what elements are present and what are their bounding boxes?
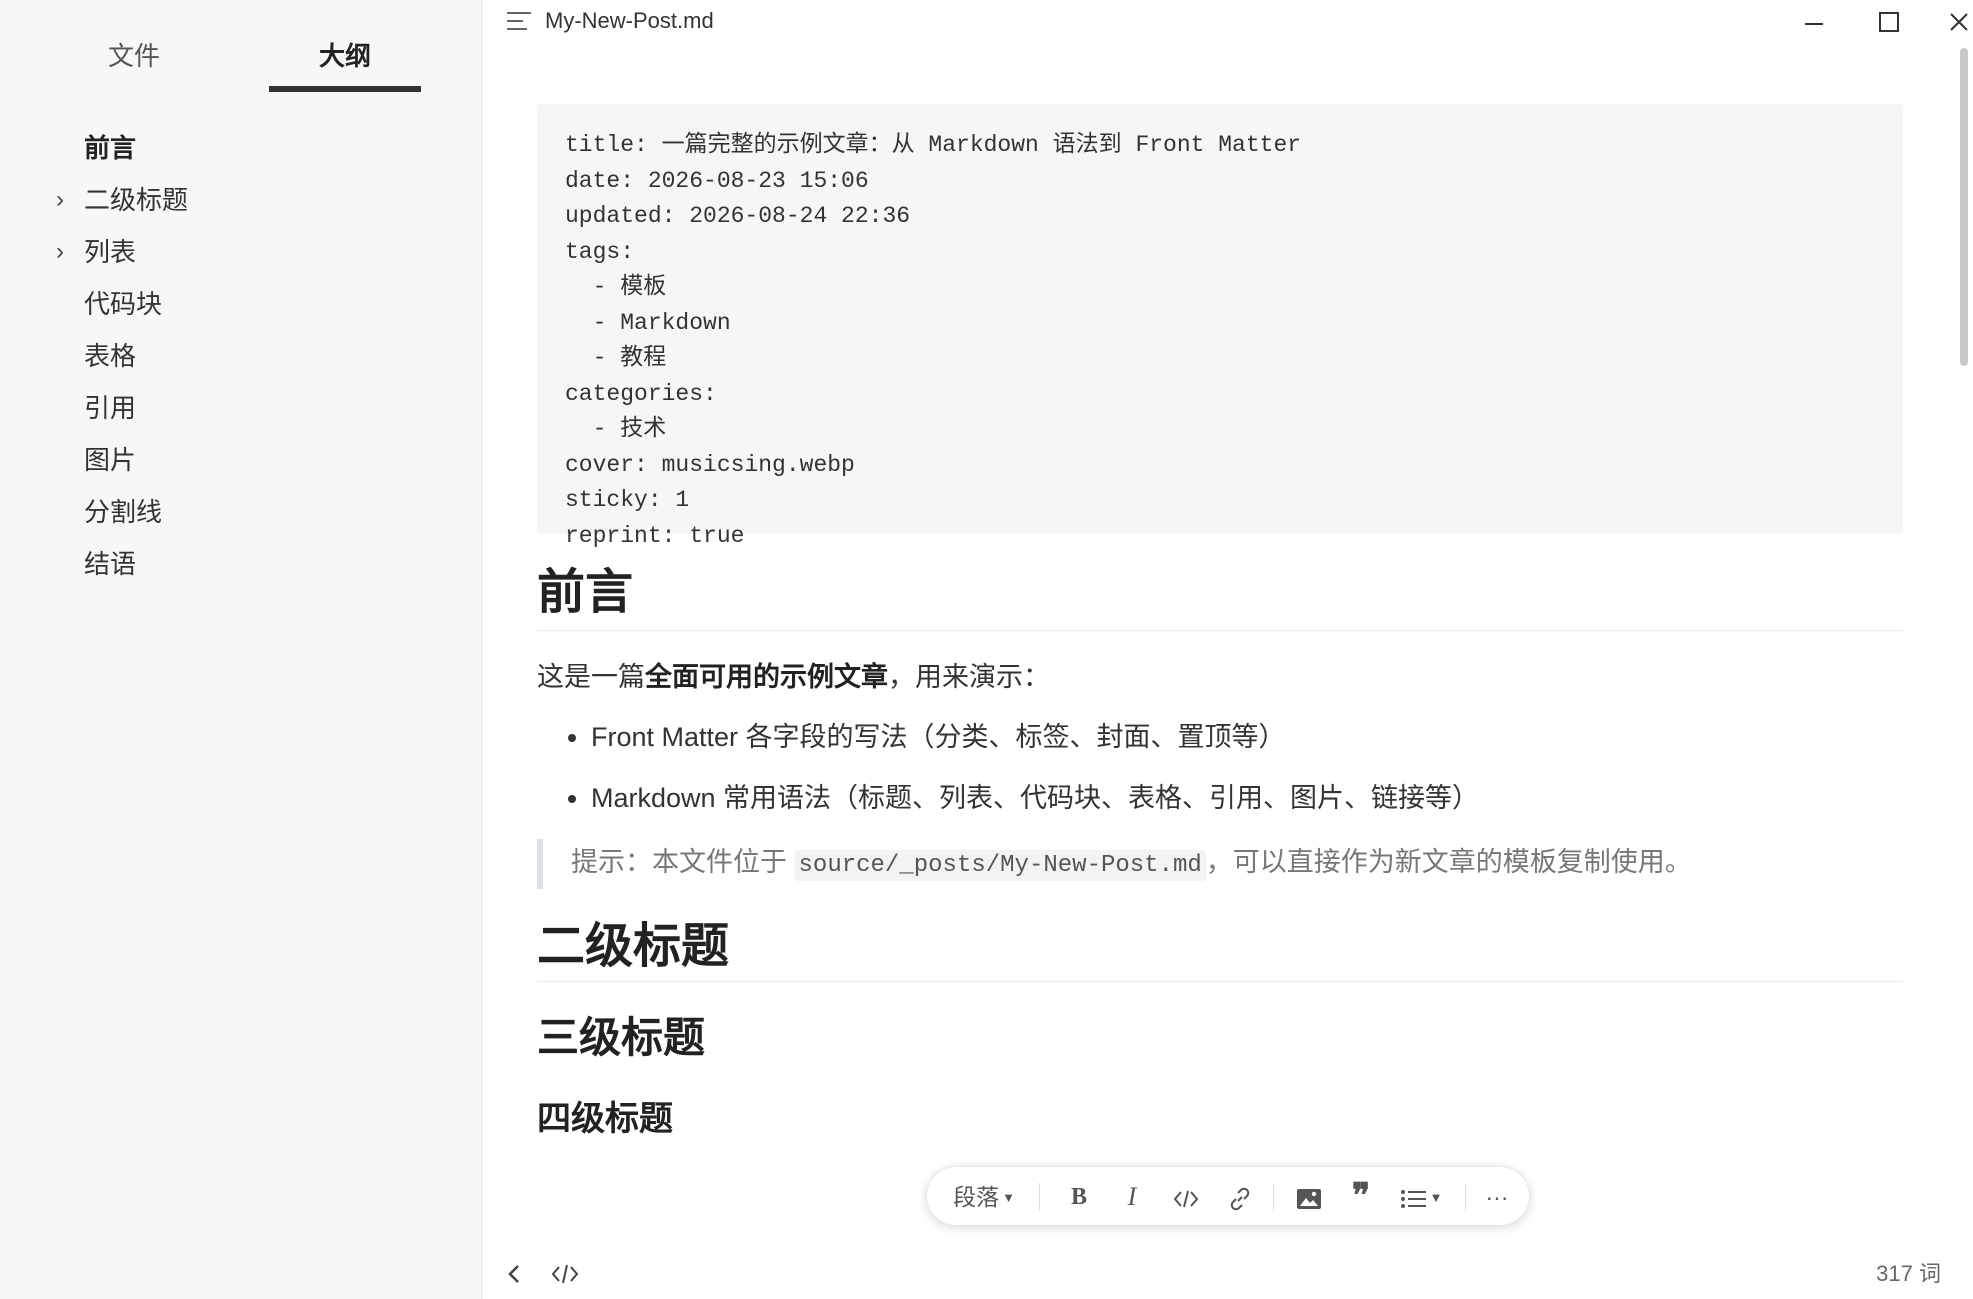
outline-item-label: 引用	[84, 393, 137, 423]
inline-code: source/_posts/My-New-Post.md	[794, 850, 1206, 881]
word-count[interactable]: 317 词	[1876, 1258, 1941, 1290]
paragraph-dropdown[interactable]: 段落 ▼	[949, 1167, 1019, 1227]
heading-h3[interactable]: 三级标题	[537, 1010, 1903, 1066]
outline-item-label: 代码块	[84, 289, 163, 319]
outline-item-table[interactable]: 表格	[0, 330, 482, 382]
outline-item-label: 结语	[84, 549, 137, 579]
outline-item-image[interactable]: 图片	[0, 434, 482, 486]
toolbar-divider	[1039, 1183, 1040, 1211]
quote-button[interactable]: ❞	[1339, 1167, 1383, 1227]
outline-item-list[interactable]: › 列表	[0, 226, 482, 278]
quote-text: 提示：本文件位于	[571, 847, 795, 877]
list-dropdown[interactable]: ▼	[1391, 1167, 1451, 1227]
chevron-left-icon	[508, 1265, 519, 1283]
format-toolbar: 段落 ▼ B I ❞ ▼ ···	[926, 1166, 1530, 1226]
outline-item-preface[interactable]: 前言	[0, 122, 482, 174]
heading-h2[interactable]: 二级标题	[537, 917, 1903, 982]
list-icon	[1400, 1189, 1426, 1208]
title-bar: My-New-Post.md	[483, 0, 1973, 44]
maximize-icon	[1879, 12, 1899, 32]
code-button[interactable]	[1164, 1167, 1208, 1227]
blockquote[interactable]: 提示：本文件位于 source/_posts/My-New-Post.md ，可以…	[537, 839, 1903, 889]
minimize-button[interactable]	[1788, 4, 1840, 40]
editor-content[interactable]: title: 一篇完整的示例文章：从 Markdown 语法到 Front Ma…	[537, 104, 1903, 1142]
quote-text-suffix: ，可以直接作为新文章的模板复制使用。	[1205, 847, 1692, 877]
bullet-list[interactable]: Front Matter 各字段的写法（分类、标签、封面、置顶等） Markdo…	[537, 717, 1903, 818]
code-icon	[1173, 1190, 1199, 1208]
chevron-right-icon[interactable]: ›	[56, 174, 76, 226]
toggle-sidebar-button[interactable]	[500, 1260, 528, 1288]
outline-list: 前言 › 二级标题 › 列表 代码块 表格 引用 图片 分割线 结语	[0, 122, 482, 590]
close-button[interactable]	[1933, 4, 1973, 40]
heading-preface[interactable]: 前言	[537, 562, 1903, 631]
intro-text: 这是一篇	[537, 662, 645, 692]
outline-item-h2[interactable]: › 二级标题	[0, 174, 482, 226]
scrollbar[interactable]	[1960, 48, 1968, 366]
outline-item-conclusion[interactable]: 结语	[0, 538, 482, 590]
toolbar-divider	[1273, 1183, 1274, 1211]
sidebar-tabs: 文件 大纲	[0, 0, 482, 100]
image-icon	[1297, 1188, 1321, 1209]
outline-item-label: 二级标题	[84, 185, 189, 215]
list-item[interactable]: Markdown 常用语法（标题、列表、代码块、表格、引用、图片、链接等）	[591, 778, 1903, 818]
intro-bold-text: 全面可用的示例文章	[645, 662, 888, 692]
link-button[interactable]	[1218, 1167, 1262, 1227]
menu-icon[interactable]	[505, 10, 533, 32]
chevron-down-icon: ▼	[1429, 1190, 1443, 1205]
source-mode-button[interactable]	[550, 1260, 580, 1288]
outline-item-codeblock[interactable]: 代码块	[0, 278, 482, 330]
image-button[interactable]	[1287, 1167, 1331, 1227]
maximize-button[interactable]	[1863, 4, 1915, 40]
more-button[interactable]: ···	[1477, 1167, 1517, 1227]
chevron-down-icon: ▼	[1002, 1190, 1015, 1205]
heading-h4[interactable]: 四级标题	[537, 1096, 1903, 1142]
document-title: My-New-Post.md	[545, 8, 714, 33]
intro-paragraph[interactable]: 这是一篇全面可用的示例文章，用来演示：	[537, 657, 1903, 697]
tab-files[interactable]: 文件	[58, 36, 210, 92]
outline-item-label: 表格	[84, 341, 137, 371]
intro-text-suffix: ，用来演示：	[888, 662, 1050, 692]
minimize-icon	[1805, 23, 1823, 25]
chevron-right-icon[interactable]: ›	[56, 226, 76, 278]
bold-button[interactable]: B	[1059, 1167, 1099, 1227]
toolbar-divider	[1465, 1183, 1466, 1211]
outline-item-label: 列表	[84, 237, 137, 267]
close-icon	[1950, 13, 1968, 31]
list-item[interactable]: Front Matter 各字段的写法（分类、标签、封面、置顶等）	[591, 717, 1903, 757]
source-code-icon	[551, 1264, 579, 1284]
paragraph-label: 段落	[953, 1184, 1000, 1210]
outline-item-label: 分割线	[84, 497, 163, 527]
outline-item-quote[interactable]: 引用	[0, 382, 482, 434]
front-matter-block[interactable]: title: 一篇完整的示例文章：从 Markdown 语法到 Front Ma…	[537, 104, 1903, 549]
outline-item-label: 图片	[84, 445, 137, 475]
link-icon	[1230, 1187, 1250, 1211]
italic-button[interactable]: I	[1112, 1167, 1152, 1227]
outline-item-label: 前言	[84, 133, 137, 163]
sidebar: 文件 大纲 前言 › 二级标题 › 列表 代码块 表格 引用 图片 分割线 结语	[0, 0, 482, 1299]
tab-outline[interactable]: 大纲	[269, 36, 421, 92]
outline-item-divider[interactable]: 分割线	[0, 486, 482, 538]
